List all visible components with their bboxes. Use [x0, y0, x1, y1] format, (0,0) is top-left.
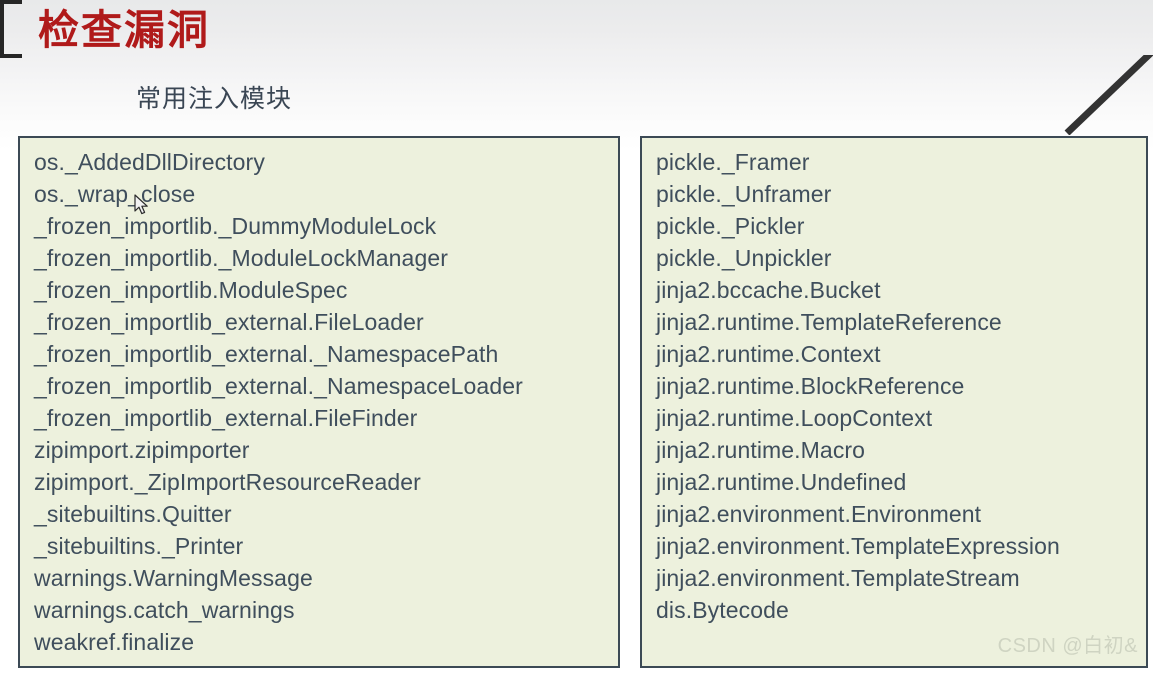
list-item: jinja2.environment.TemplateExpression [656, 533, 1060, 559]
list-item: pickle._Framer [656, 149, 810, 175]
page-title: 检查漏洞 [38, 7, 210, 53]
list-item: os._AddedDllDirectory [34, 149, 265, 175]
slide-canvas: 检查漏洞 常用注入模块 os._AddedDllDirectory os._wr… [0, 0, 1153, 674]
right-module-panel: pickle._Framer pickle._Unframer pickle._… [640, 136, 1148, 668]
page-subtitle: 常用注入模块 [136, 85, 293, 113]
list-item: jinja2.runtime.LoopContext [656, 405, 933, 431]
list-item: pickle._Unframer [656, 181, 832, 207]
list-item: jinja2.runtime.Macro [656, 437, 866, 463]
list-item: dis.Bytecode [656, 597, 789, 623]
list-item: _frozen_importlib._ModuleLockManager [34, 245, 448, 271]
left-module-list: os._AddedDllDirectory os._wrap_close _fr… [20, 138, 618, 658]
list-item: jinja2.bccache.Bucket [656, 277, 881, 303]
list-item: pickle._Pickler [656, 213, 805, 239]
corner-bracket-decoration [0, 0, 22, 58]
list-item: zipimport.zipimporter [34, 437, 250, 463]
list-item: os._wrap_close [34, 181, 196, 207]
list-item: jinja2.environment.Environment [656, 501, 982, 527]
right-module-list: pickle._Framer pickle._Unframer pickle._… [642, 138, 1146, 626]
list-item: jinja2.environment.TemplateStream [656, 565, 1020, 591]
list-item: pickle._Unpickler [656, 245, 832, 271]
list-item: _frozen_importlib.ModuleSpec [34, 277, 348, 303]
list-item: warnings.WarningMessage [34, 565, 313, 591]
list-item: jinja2.runtime.BlockReference [656, 373, 965, 399]
left-module-panel: os._AddedDllDirectory os._wrap_close _fr… [18, 136, 620, 668]
list-item: _frozen_importlib_external.FileLoader [34, 309, 424, 335]
list-item: jinja2.runtime.Context [656, 341, 881, 367]
list-item: _sitebuiltins._Printer [34, 533, 244, 559]
list-item: zipimport._ZipImportResourceReader [34, 469, 421, 495]
list-item: _sitebuiltins.Quitter [34, 501, 232, 527]
corner-diagonal-decoration [1064, 55, 1153, 135]
csdn-watermark: CSDN @白初& [997, 635, 1138, 657]
list-item: _frozen_importlib_external._NamespacePat… [34, 341, 499, 367]
list-item: weakref.finalize [34, 629, 195, 655]
list-item: _frozen_importlib_external.FileFinder [34, 405, 418, 431]
list-item: _frozen_importlib_external._NamespaceLoa… [34, 373, 523, 399]
list-item: _frozen_importlib._DummyModuleLock [34, 213, 437, 239]
list-item: jinja2.runtime.TemplateReference [656, 309, 1002, 335]
list-item: warnings.catch_warnings [34, 597, 295, 623]
list-item: jinja2.runtime.Undefined [656, 469, 907, 495]
